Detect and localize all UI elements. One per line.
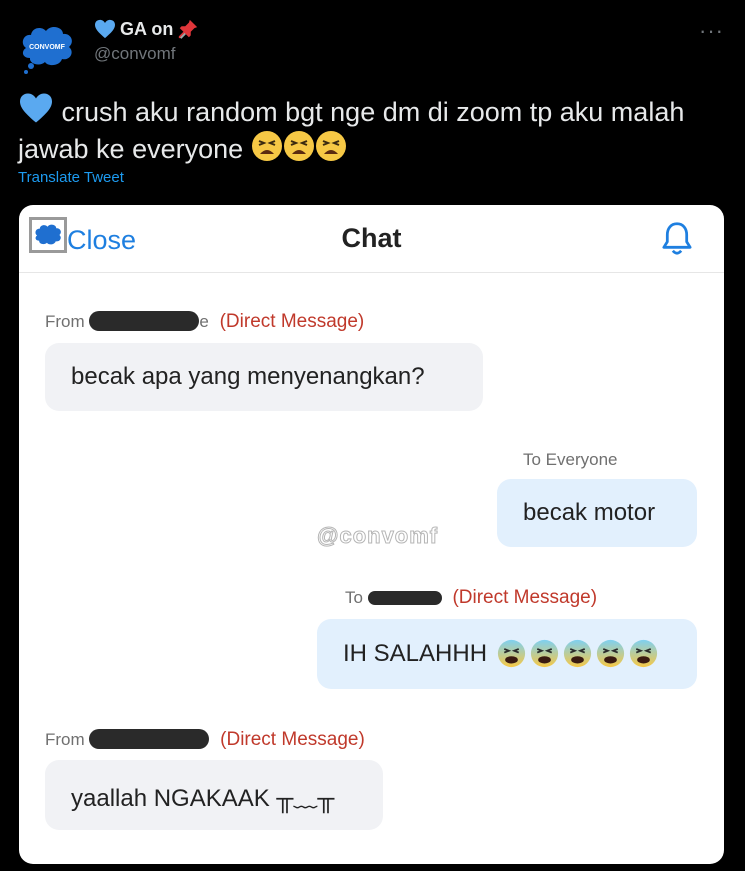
meta-prefix: From	[45, 312, 85, 331]
message-bubble[interactable]: becak apa yang menyenangkan?	[45, 343, 483, 411]
pushpin-icon	[179, 19, 198, 39]
blue-heart-icon	[20, 93, 52, 123]
message-text: yaallah NGAKAAK ╥﹏╥	[71, 784, 335, 812]
author-name-row[interactable]: GA on	[94, 18, 199, 40]
chat-title: Chat	[341, 223, 402, 253]
crying-face-icon	[596, 639, 625, 667]
message-meta: To Everyone	[523, 450, 618, 470]
message-text: IH SALAHHH	[343, 640, 488, 667]
watermark: @convomf	[316, 523, 439, 549]
more-options-icon[interactable]: ···	[699, 18, 724, 44]
message-bubble[interactable]: IH SALAHHH	[317, 619, 697, 689]
meta-suffix: e	[199, 312, 209, 331]
direct-message-label: (Direct Message)	[219, 311, 365, 332]
message-text: becak apa yang menyenangkan?	[71, 363, 425, 390]
translate-tweet-link[interactable]: Translate Tweet	[18, 169, 124, 186]
crying-face-icon	[497, 639, 526, 667]
tweet-header: CONVOMF GA on @convomf ···	[18, 14, 728, 74]
message-meta: To (Direct Message)	[345, 587, 597, 609]
message-text: becak motor	[523, 499, 656, 526]
tired-face-icon	[251, 131, 282, 161]
avatar[interactable]: CONVOMF	[18, 18, 76, 76]
redacted-name	[89, 311, 200, 331]
author-handle[interactable]: @convomf	[94, 44, 199, 64]
tired-face-icon	[283, 131, 314, 161]
chat-header: Close Chat	[19, 205, 724, 273]
meta-prefix: To Everyone	[523, 450, 618, 469]
blue-heart-icon	[95, 19, 115, 39]
tweet-text: crush aku random bgt nge dm di zoom tp a…	[18, 92, 730, 167]
attached-image[interactable]: Close Chat From e (Direct Message) becak…	[19, 205, 724, 864]
meta-prefix: From	[45, 730, 85, 749]
direct-message-label: (Direct Message)	[220, 729, 365, 750]
meta-prefix: To	[345, 588, 363, 607]
author-block: GA on @convomf	[94, 18, 199, 64]
message-bubble[interactable]: yaallah NGAKAAK ╥﹏╥	[45, 760, 383, 830]
author-name: GA on	[120, 18, 174, 39]
emoji-row	[493, 639, 658, 670]
redacted-name	[89, 729, 210, 749]
redacted-name	[367, 591, 442, 605]
crying-face-icon	[563, 639, 592, 667]
bell-icon[interactable]	[660, 221, 694, 257]
direct-message-label: (Direct Message)	[452, 587, 598, 608]
tired-face-icon	[315, 131, 346, 161]
avatar-logo-text: CONVOMF	[29, 44, 66, 51]
message-meta: From (Direct Message)	[45, 729, 365, 751]
crying-face-icon	[530, 639, 559, 667]
message-bubble[interactable]: becak motor	[497, 479, 697, 547]
message-meta: From e (Direct Message)	[45, 311, 364, 333]
tweet-body: crush aku random bgt nge dm di zoom tp a…	[18, 97, 685, 164]
crying-face-icon	[629, 639, 658, 667]
